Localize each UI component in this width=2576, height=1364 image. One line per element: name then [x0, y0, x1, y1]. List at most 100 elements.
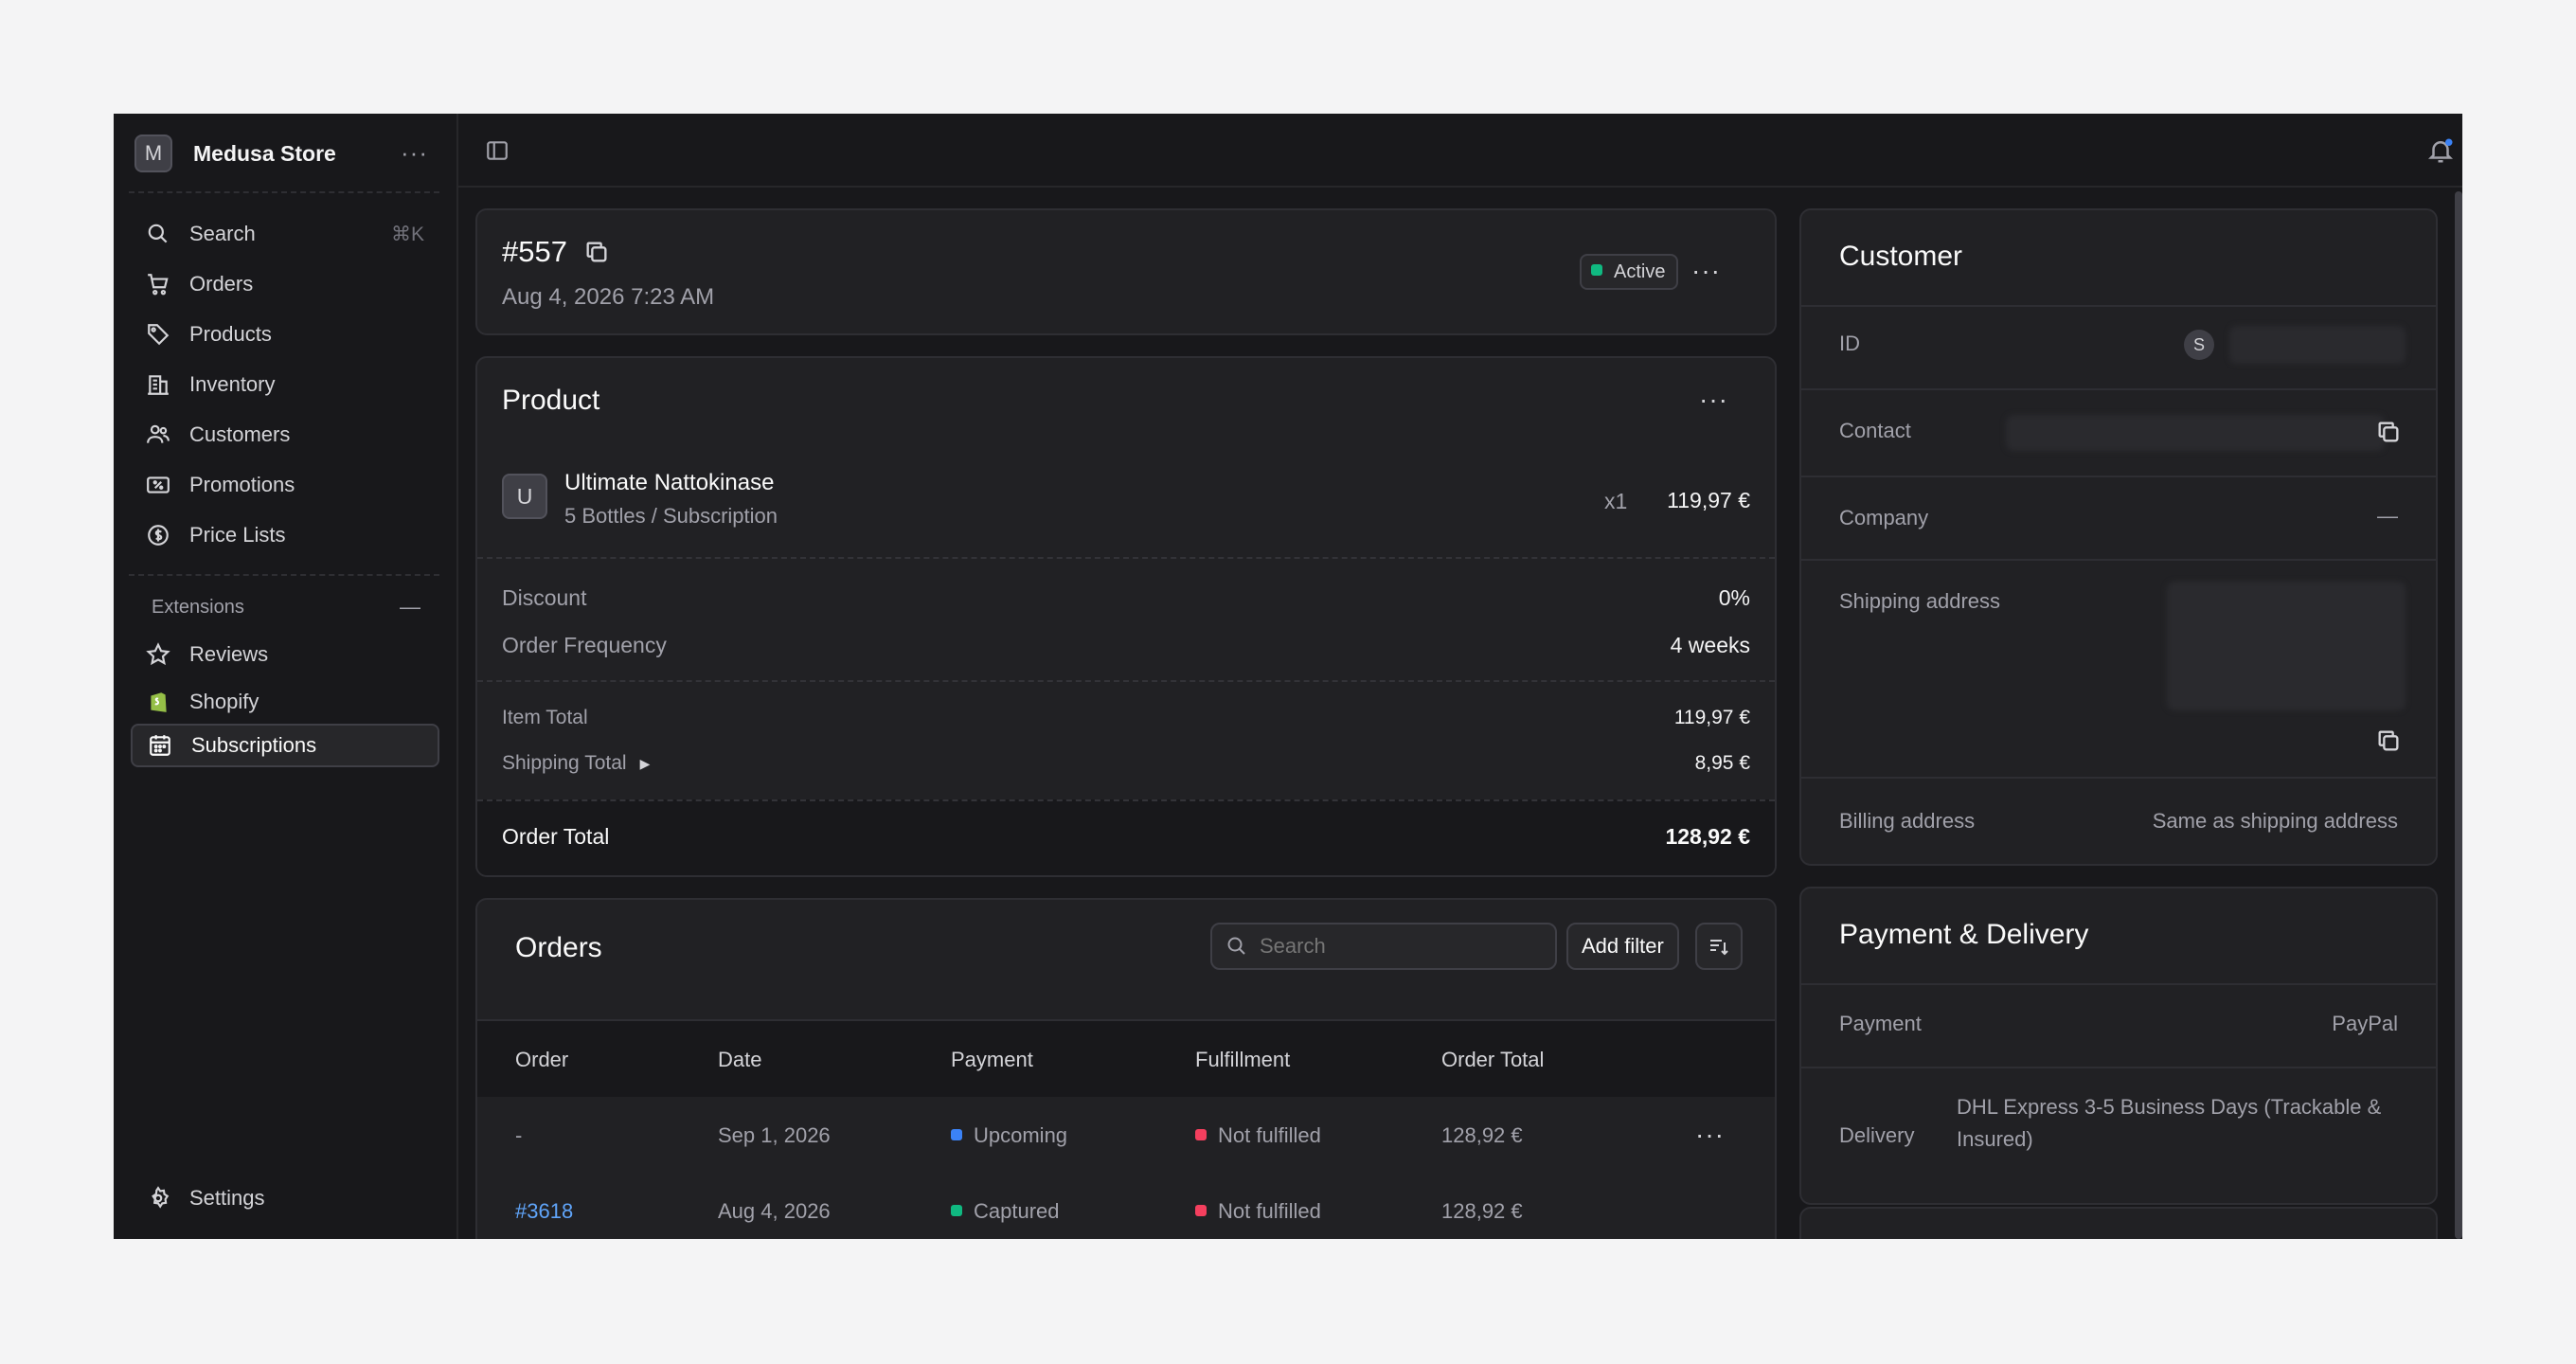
- sidebar-item-shopify[interactable]: Shopify: [131, 680, 439, 724]
- redacted-shipping-address: [2167, 582, 2406, 710]
- extensions-label: Extensions: [152, 597, 244, 618]
- payment-status-dot: [951, 1129, 962, 1141]
- search-input[interactable]: [1258, 933, 1536, 960]
- status-label: Active: [1614, 260, 1666, 282]
- divider: [1801, 476, 2436, 477]
- sidebar-item-label: Subscriptions: [191, 733, 317, 757]
- payment-status: Upcoming: [974, 1123, 1068, 1147]
- id-label: ID: [1839, 332, 1860, 355]
- sidebar-item-settings[interactable]: Settings: [131, 1176, 439, 1220]
- payment-label: Payment: [1839, 1012, 1922, 1035]
- extensions-header[interactable]: Extensions —: [152, 595, 436, 619]
- sort-button[interactable]: [1695, 923, 1743, 970]
- next-card: [1799, 1207, 2438, 1239]
- store-menu-icon[interactable]: ···: [401, 138, 428, 168]
- tag-icon: [148, 324, 170, 346]
- divider: [1801, 777, 2436, 779]
- row-more-icon[interactable]: ···: [1695, 1122, 1725, 1148]
- sidebar-item-subscriptions[interactable]: Subscriptions: [131, 724, 439, 767]
- subscription-date: Aug 4, 2026 7:23 AM: [502, 284, 715, 310]
- customer-card: Customer ID S Contact Company — Shipping…: [1799, 208, 2438, 866]
- copy-icon[interactable]: [2375, 727, 2402, 754]
- orders-title: Orders: [515, 932, 602, 963]
- contact-label: Contact: [1839, 419, 1911, 442]
- order-total-label: Order Total: [502, 824, 610, 849]
- receipt-percent-icon: [147, 476, 170, 494]
- payment-value: PayPal: [2332, 1012, 2398, 1035]
- sidebar-item-label: Reviews: [189, 642, 269, 666]
- column-header[interactable]: Order: [515, 1048, 568, 1072]
- sidebar-divider: [129, 574, 439, 576]
- product-thumbnail: U: [502, 474, 547, 519]
- copy-icon[interactable]: [583, 239, 610, 265]
- sidebar-item-inventory[interactable]: Inventory: [131, 363, 439, 406]
- divider: [1801, 1067, 2436, 1068]
- product-qty: x1: [1604, 489, 1628, 513]
- store-switcher[interactable]: M Medusa Store ···: [134, 133, 438, 174]
- subscription-id: #557: [502, 235, 567, 268]
- fulfillment-status-dot: [1195, 1129, 1207, 1141]
- column-header[interactable]: Fulfillment: [1195, 1048, 1290, 1072]
- divider: [1801, 983, 2436, 985]
- add-filter-button[interactable]: Add filter: [1566, 923, 1679, 970]
- table-header: Order Date Payment Fulfillment Order Tot…: [477, 1021, 1775, 1097]
- order-cell: -: [515, 1123, 523, 1147]
- shipping-total-label: Shipping Total: [502, 752, 627, 774]
- sidebar-item-products[interactable]: Products: [131, 313, 439, 356]
- item-total-label: Item Total: [502, 707, 588, 728]
- table-row[interactable]: - Sep 1, 2026 Upcoming Not fulfilled 128…: [477, 1097, 1775, 1173]
- billing-address-value: Same as shipping address: [2152, 809, 2398, 833]
- caret-right-icon: ▶: [639, 755, 651, 771]
- store-avatar: M: [134, 135, 172, 172]
- more-icon[interactable]: ···: [1699, 386, 1728, 413]
- sidebar-item-label: Inventory: [189, 372, 276, 396]
- orders-search[interactable]: [1210, 923, 1557, 970]
- collapse-icon[interactable]: —: [400, 595, 420, 619]
- sidebar-item-promotions[interactable]: Promotions: [131, 463, 439, 507]
- users-icon: [147, 424, 170, 443]
- shopify-icon: [151, 692, 167, 712]
- divider: [1801, 388, 2436, 390]
- total-cell: 128,92 €: [1441, 1199, 1523, 1223]
- sidebar-item-reviews[interactable]: Reviews: [131, 633, 439, 676]
- more-icon[interactable]: ···: [1691, 258, 1721, 284]
- scrollbar[interactable]: [2455, 191, 2462, 1239]
- payment-cell: Captured: [951, 1199, 1060, 1224]
- column-header[interactable]: Order Total: [1441, 1048, 1544, 1072]
- product-card: Product ··· U Ultimate Nattokinase 5 Bot…: [475, 356, 1777, 877]
- product-title: Product: [502, 385, 600, 416]
- column-header[interactable]: Payment: [951, 1048, 1033, 1072]
- sidebar-toggle-icon[interactable]: [485, 138, 510, 163]
- shipping-total-toggle[interactable]: Shipping Total ▶: [502, 752, 650, 775]
- sidebar-item-price-lists[interactable]: Price Lists: [131, 513, 439, 557]
- status-dot: [1591, 264, 1602, 276]
- sidebar-item-label: Customers: [189, 422, 291, 446]
- delivery-label: Delivery: [1839, 1123, 1915, 1147]
- column-header[interactable]: Date: [718, 1048, 761, 1072]
- sidebar-item-label: Shopify: [189, 690, 259, 713]
- search-icon: [1227, 937, 1245, 955]
- company-value: —: [2377, 504, 2398, 528]
- fulfillment-status: Not fulfilled: [1218, 1199, 1321, 1223]
- sidebar-item-orders[interactable]: Orders: [131, 262, 439, 306]
- sidebar-item-label: Search: [189, 222, 256, 245]
- company-label: Company: [1839, 506, 1929, 529]
- order-total-row: Order Total 128,92 €: [477, 799, 1775, 875]
- copy-icon[interactable]: [2375, 419, 2402, 445]
- cart-icon: [148, 274, 169, 296]
- dollar-circle-icon: [148, 525, 169, 546]
- sidebar-divider: [129, 191, 439, 193]
- search-icon: [148, 224, 168, 243]
- table-row[interactable]: #3618 Aug 4, 2026 Captured Not fulfilled…: [477, 1173, 1775, 1239]
- sidebar-item-label: Price Lists: [189, 523, 286, 547]
- sidebar-item-customers[interactable]: Customers: [131, 413, 439, 457]
- sidebar-item-search[interactable]: Search ⌘K: [131, 212, 439, 256]
- delivery-value: DHL Express 3-5 Business Days (Trackable…: [1957, 1095, 2382, 1151]
- sidebar-item-label: Promotions: [189, 473, 295, 496]
- redacted-id: [2229, 326, 2406, 364]
- app-window: M Medusa Store ··· Search ⌘K Orders Prod…: [114, 114, 2462, 1239]
- sidebar-item-label: Products: [189, 322, 272, 346]
- fulfillment-cell: Not fulfilled: [1195, 1123, 1321, 1148]
- order-link[interactable]: #3618: [515, 1199, 573, 1224]
- bell-icon[interactable]: [2426, 136, 2455, 165]
